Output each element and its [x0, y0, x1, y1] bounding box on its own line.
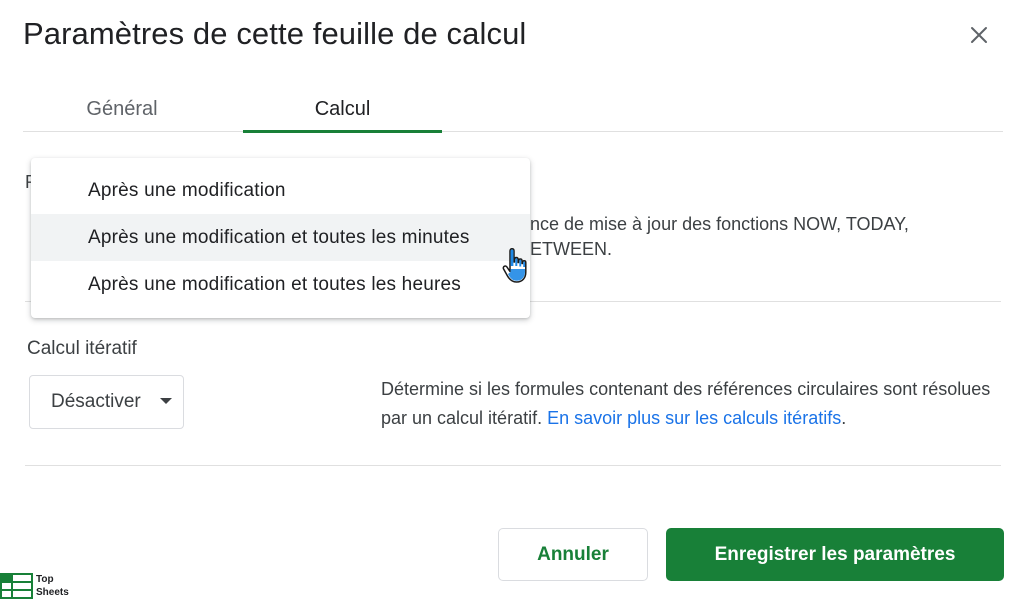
sheets-logo-icon: [0, 573, 33, 599]
recalc-dropdown-menu: Après une modification Après une modific…: [31, 158, 530, 318]
active-tab-indicator: [243, 130, 442, 133]
iterative-learn-more-link[interactable]: En savoir plus sur les calculs itératifs: [547, 408, 841, 428]
tab-general-label: Général: [86, 97, 158, 120]
caret-down-icon: [160, 398, 172, 404]
tab-general[interactable]: Général: [23, 86, 221, 132]
logo-text-line2: Sheets: [36, 587, 69, 598]
menu-item-on-change-every-minute[interactable]: Après une modification et toutes les min…: [31, 214, 530, 261]
top-sheets-logo: Top Sheets: [0, 572, 69, 600]
iterative-label: Calcul itératif: [27, 338, 137, 359]
tab-bar: Général Calcul: [23, 86, 1003, 133]
save-settings-button[interactable]: Enregistrer les paramètres: [666, 528, 1004, 581]
recalc-description-line2: ETWEEN.: [530, 239, 613, 259]
tab-calcul[interactable]: Calcul: [243, 86, 442, 133]
logo-text: Top Sheets: [36, 573, 69, 599]
iterative-select[interactable]: Désactiver: [29, 375, 184, 429]
dialog-title: Paramètres de cette feuille de calcul: [23, 16, 527, 51]
iterative-link-suffix: .: [841, 408, 847, 428]
close-icon: [971, 27, 987, 43]
close-button[interactable]: [962, 18, 996, 52]
tab-calcul-label: Calcul: [314, 97, 371, 120]
cancel-button[interactable]: Annuler: [498, 528, 648, 581]
iterative-description: Détermine si les formules contenant des …: [381, 375, 1011, 433]
menu-item-on-change-every-hour[interactable]: Après une modification et toutes les heu…: [31, 261, 530, 308]
divider-iterative: [25, 465, 1001, 466]
recalc-description-line1: nce de mise à jour des fonctions NOW, TO…: [530, 214, 909, 234]
logo-text-line1: Top: [36, 574, 54, 585]
menu-item-on-change[interactable]: Après une modification: [31, 167, 530, 214]
iterative-select-value: Désactiver: [51, 391, 141, 412]
